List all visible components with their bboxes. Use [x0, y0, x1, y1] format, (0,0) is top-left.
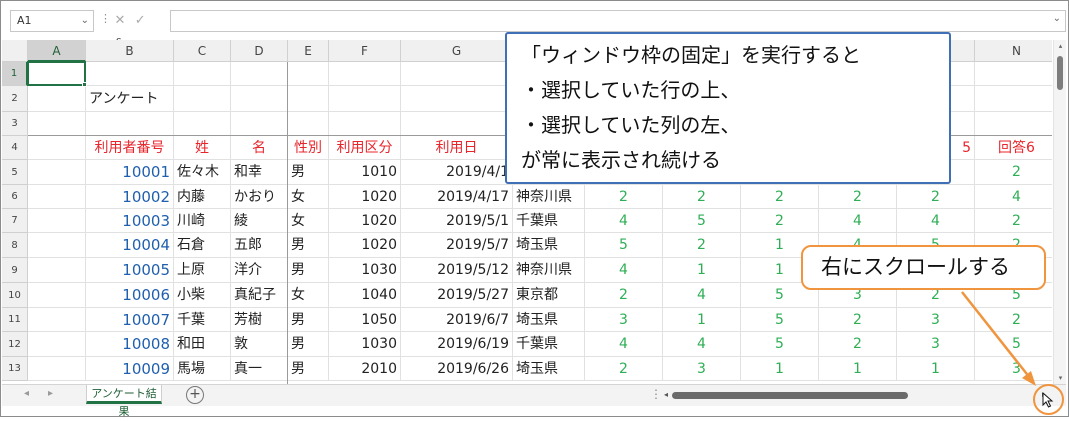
callout-arrow-icon	[961, 291, 1036, 386]
mouse-cursor-icon	[1042, 392, 1054, 408]
